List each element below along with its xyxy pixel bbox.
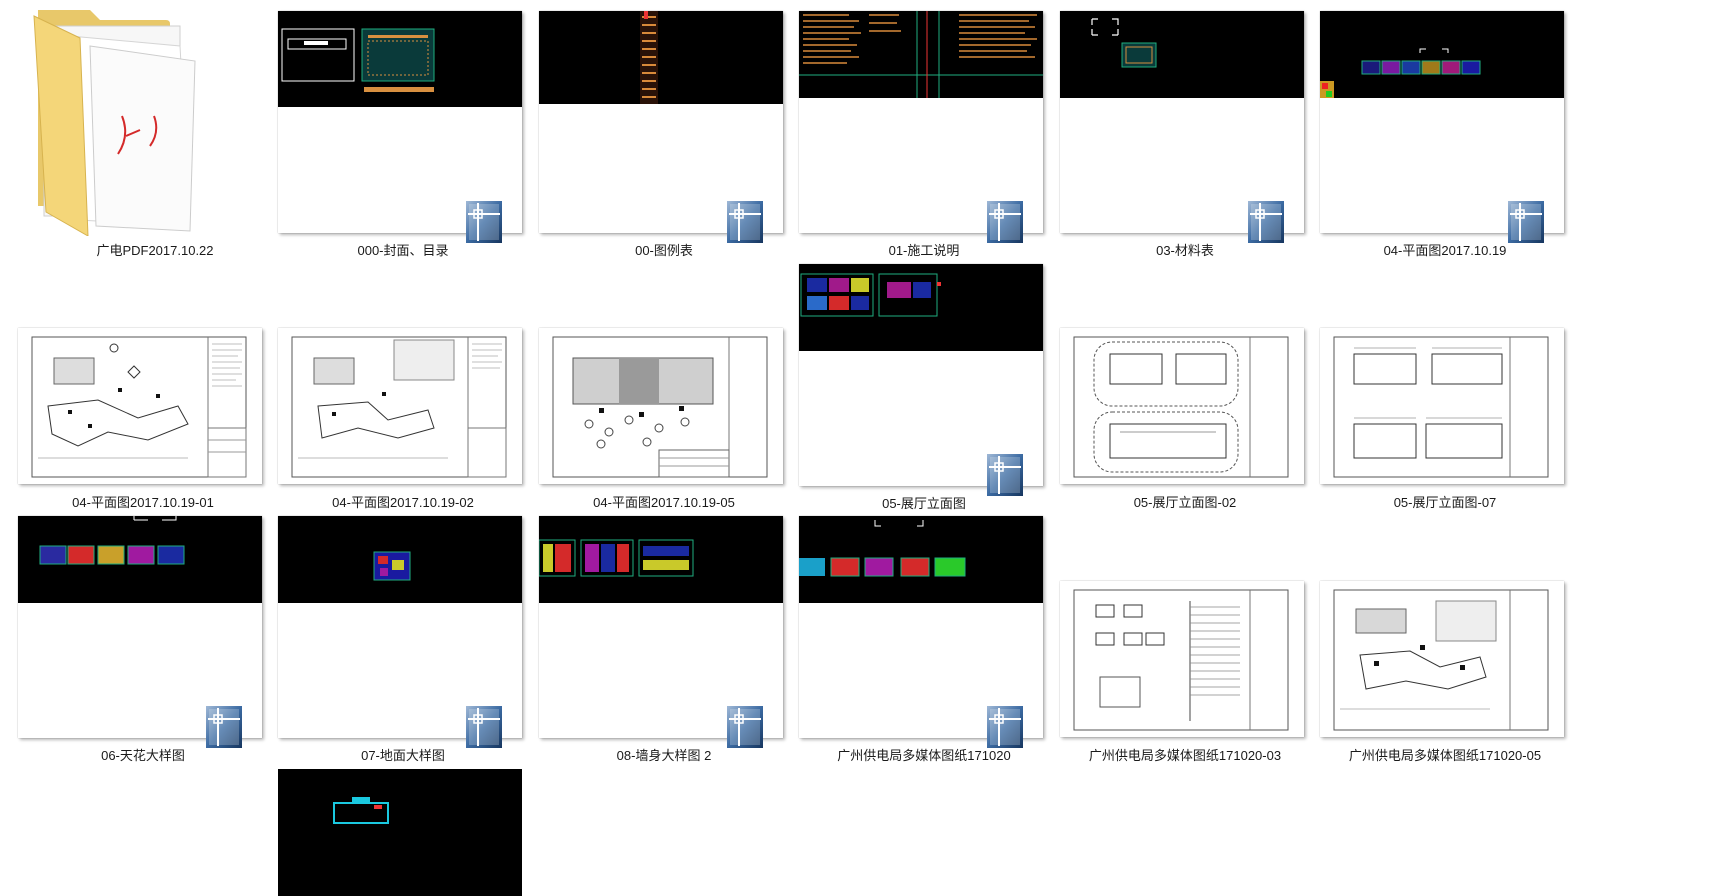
file-thumbnail xyxy=(799,264,1043,486)
file-label[interactable]: 03-材料表 xyxy=(1050,240,1320,259)
file-thumbnail xyxy=(1060,581,1304,737)
file-label[interactable]: 06-天花大样图 xyxy=(8,745,278,764)
file-label[interactable]: 05-展厅立面图 xyxy=(789,493,1059,512)
file-label[interactable]: 05-展厅立面图-02 xyxy=(1050,492,1320,511)
file-thumbnail xyxy=(1320,11,1564,233)
file-label[interactable]: 04-平面图2017.10.19-05 xyxy=(529,492,799,511)
file-thumbnail xyxy=(278,328,522,484)
file-thumbnail xyxy=(1060,11,1304,233)
file-label[interactable]: 000-封面、目录 xyxy=(268,240,538,259)
file-thumbnail xyxy=(799,516,1043,738)
file-label[interactable]: 广州供电局多媒体图纸171020-03 xyxy=(1050,745,1320,764)
file-label[interactable]: 00-图例表 xyxy=(529,240,799,259)
file-thumbnail xyxy=(1320,328,1564,484)
file-label[interactable]: 05-展厅立面图-07 xyxy=(1310,492,1580,511)
file-thumbnail xyxy=(278,516,522,738)
file-label[interactable]: 07-地面大样图 xyxy=(268,745,538,764)
file-thumbnail xyxy=(278,769,522,896)
file-label[interactable]: 08-墙身大样图 2 xyxy=(529,745,799,764)
file-label[interactable]: 广电PDF2017.10.22 xyxy=(20,240,290,259)
file-thumbnail xyxy=(18,516,262,738)
file-thumbnail xyxy=(1060,328,1304,484)
folder-icon xyxy=(30,6,220,236)
file-label[interactable]: 04-平面图2017.10.19-02 xyxy=(268,492,538,511)
file-thumbnail xyxy=(539,328,783,484)
file-label[interactable]: 广州供电局多媒体图纸171020 xyxy=(789,745,1059,764)
file-label[interactable]: 04-平面图2017.10.19-01 xyxy=(8,492,278,511)
file-thumbnail xyxy=(539,516,783,738)
file-thumbnail xyxy=(18,328,262,484)
file-thumbnail xyxy=(1320,581,1564,737)
file-label[interactable]: 广州供电局多媒体图纸171020-05 xyxy=(1310,745,1580,764)
file-label[interactable]: 04-平面图2017.10.19 xyxy=(1310,240,1580,259)
file-label[interactable]: 01-施工说明 xyxy=(789,240,1059,259)
file-thumbnail xyxy=(799,11,1043,233)
file-thumbnail xyxy=(278,11,522,233)
file-thumbnail xyxy=(539,11,783,233)
